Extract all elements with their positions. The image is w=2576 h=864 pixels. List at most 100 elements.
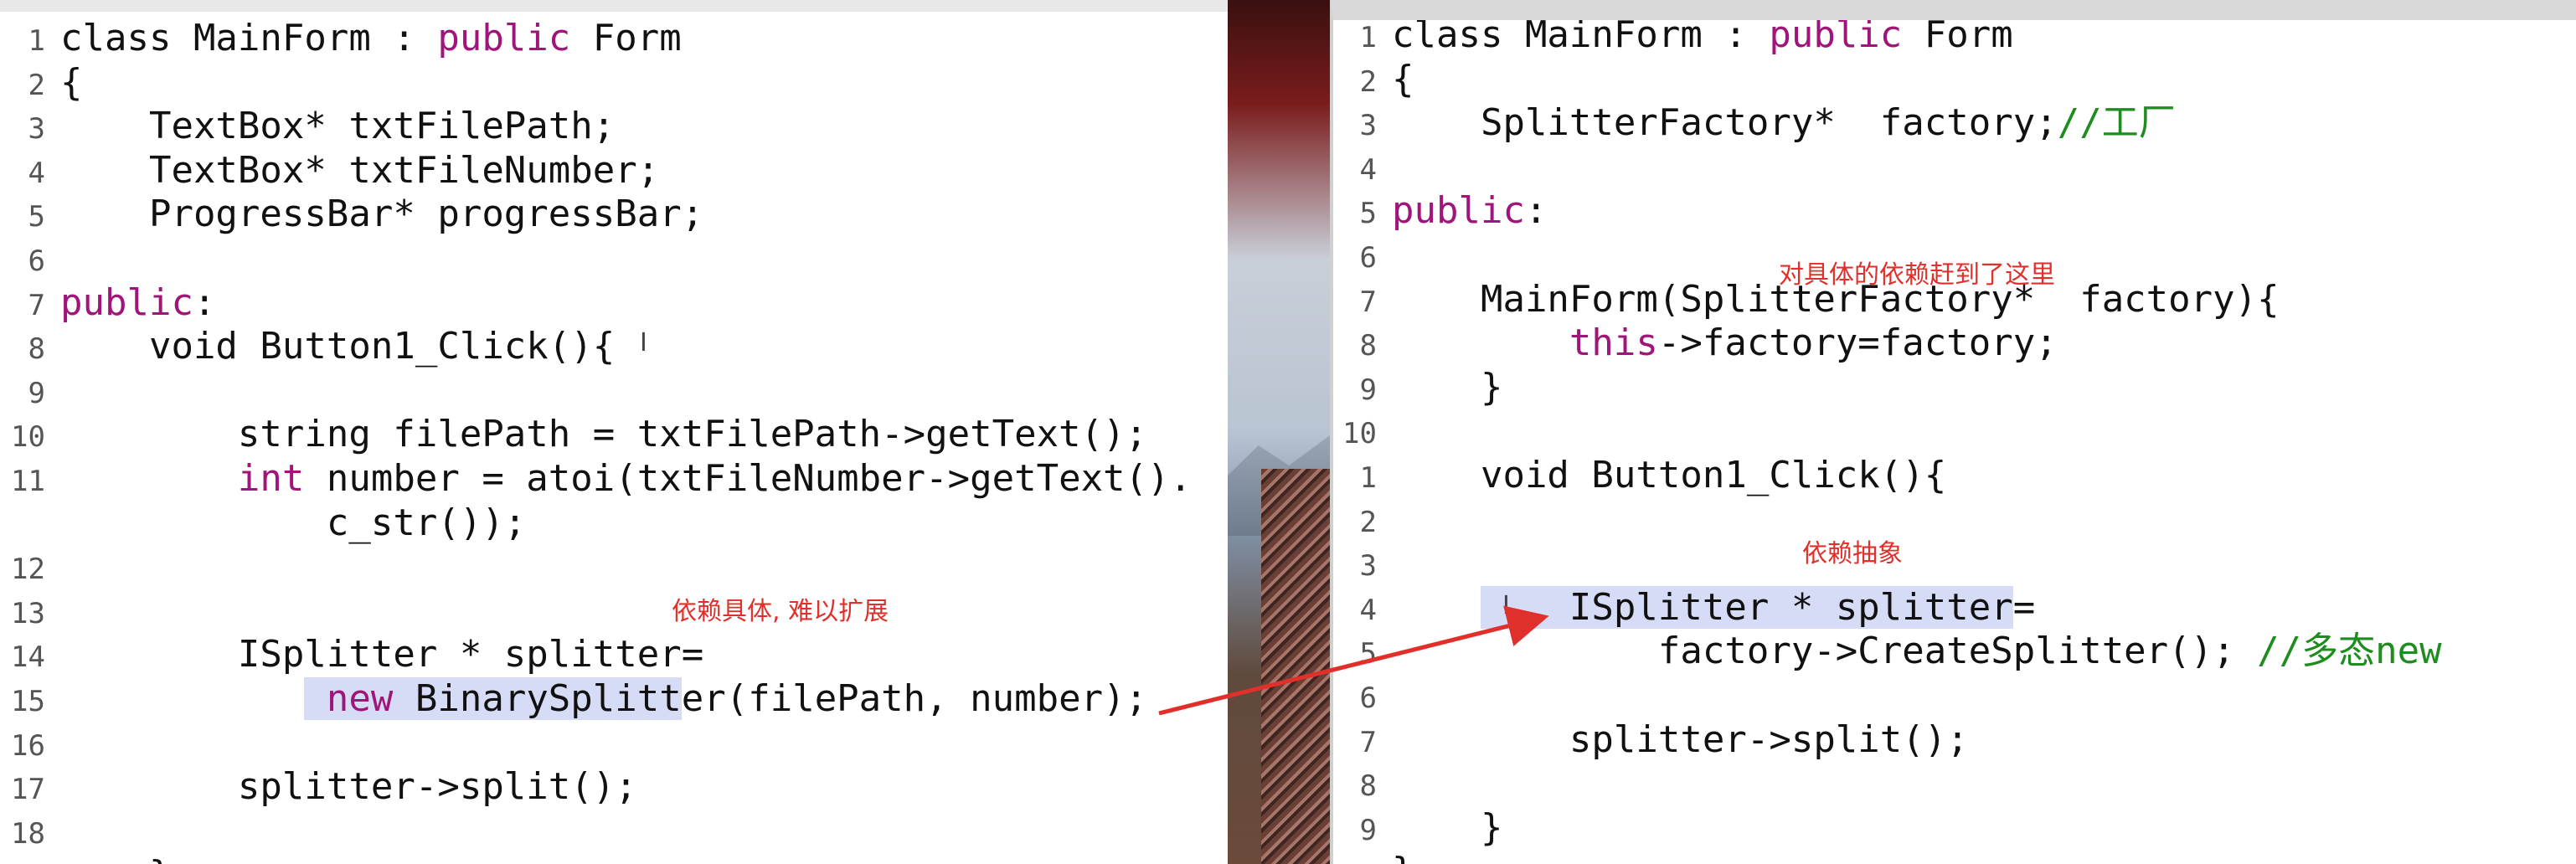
line-number: 6	[1359, 241, 1377, 275]
code-token: ->factory=factory;	[1657, 321, 2058, 365]
code-token: :	[193, 280, 216, 324]
code-line[interactable]: 3	[1333, 542, 1392, 585]
code-line[interactable]: 2{	[0, 61, 83, 105]
line-number: 4	[28, 156, 45, 190]
code-token: TextBox* txtFilePath;	[60, 105, 616, 148]
desktop-background	[1228, 0, 1330, 864]
line-number: 2	[1359, 505, 1377, 539]
code-line[interactable]: 8 this->factory=factory;	[1333, 321, 2058, 365]
line-number: 10	[1342, 417, 1377, 451]
line-number: 1	[28, 24, 45, 58]
code-line[interactable]: 8 void Button1_Click(){	[0, 325, 616, 368]
line-number: 6	[28, 244, 45, 278]
code-token: =	[2012, 585, 2036, 629]
code-line[interactable]: 16	[0, 722, 60, 765]
code-token: ProgressBar* progressBar;	[60, 193, 704, 236]
code-line[interactable]: 10 string filePath = txtFilePath->getTex…	[0, 413, 1147, 456]
code-token: Form	[570, 17, 682, 59]
code-line[interactable]: 7 public:	[0, 280, 216, 325]
code-token: er(filePath, number);	[681, 677, 1148, 720]
line-number: 2	[28, 68, 45, 102]
line-number: 4	[1359, 593, 1377, 627]
code-line[interactable]: 7 splitter->split();	[1333, 718, 1969, 762]
line-number: 4	[1359, 152, 1377, 187]
left-code-editor[interactable]: 1 class MainForm : public Form 2{3 TextBox…	[0, 0, 1228, 864]
code-line[interactable]: 6	[1333, 674, 1392, 717]
annotation-left: 依赖具体, 难以扩展	[672, 597, 889, 626]
code-line[interactable]: 13	[0, 589, 60, 633]
line-number: 1	[1359, 21, 1377, 54]
code-line[interactable]: 12	[0, 545, 60, 589]
code-line[interactable]: 9 }	[1333, 366, 1503, 409]
code-line[interactable]: 4 ISplitter * splitter=	[1333, 585, 2036, 630]
code-line[interactable]: 6	[0, 237, 60, 280]
code-line[interactable]: 9	[0, 369, 60, 413]
code-token: class MainForm :	[1392, 13, 1770, 56]
code-token: string filePath = txtFilePath->getText()…	[60, 413, 1148, 456]
line-number: 14	[11, 640, 45, 675]
code-line[interactable]: 1 void Button1_Click(){	[1333, 454, 1947, 497]
code-line[interactable]: 1 class MainForm : public Form	[0, 17, 682, 60]
line-number: 10	[11, 420, 45, 455]
code-token: {	[60, 60, 83, 104]
annotation-right-mid: 依赖抽象	[1802, 539, 1903, 568]
line-number: 15	[11, 685, 45, 718]
code-token: TextBox* txtFileNumber;	[60, 148, 660, 192]
code-line[interactable]: 1 class MainForm : public Form	[1333, 13, 2013, 57]
code-line[interactable]: c_str());	[0, 501, 526, 545]
line-number: 13	[11, 596, 45, 630]
line-number: 5	[1359, 197, 1377, 231]
line-number: 5	[1359, 637, 1377, 671]
code-line[interactable]: 11 int number = atoi(txtFileNumber->getT…	[0, 457, 1192, 501]
line-number: 3	[1359, 549, 1377, 584]
code-line[interactable]: 18	[0, 810, 60, 853]
text-cursor-icon: I	[1502, 591, 1510, 620]
code-line[interactable]: 5 public:	[1333, 189, 1548, 233]
code-line[interactable]: 17 splitter->split();	[0, 765, 637, 809]
code-token: public	[1769, 13, 1903, 56]
text-cursor-icon: I	[640, 328, 647, 357]
line-number: 16	[11, 728, 45, 763]
line-number: 9	[1359, 813, 1377, 847]
line-number: 18	[11, 816, 45, 851]
code-line[interactable]: 2	[1333, 498, 1392, 542]
code-line[interactable]: }	[0, 853, 172, 864]
code-line[interactable]: 9 }	[1333, 805, 1503, 850]
code-line[interactable]: 3 SplitterFactory* factory;//工厂	[1333, 101, 2176, 145]
code-line[interactable]: 6	[1333, 234, 1392, 277]
code-line[interactable]: 4	[1333, 146, 1392, 189]
code-token: BinarySplitt	[393, 677, 682, 720]
code-token: public	[437, 17, 571, 59]
code-line[interactable]: 14 ISplitter * splitter=	[0, 633, 703, 676]
line-number: 5	[28, 200, 45, 234]
code-token: }	[1392, 850, 1414, 864]
code-line[interactable]: }	[1333, 850, 1414, 864]
code-line[interactable]: 8	[1333, 762, 1392, 805]
code-line[interactable]: 5 ProgressBar* progressBar;	[0, 193, 704, 236]
code-line[interactable]: 3 TextBox* txtFilePath;	[0, 105, 616, 148]
line-number: 7	[1359, 725, 1377, 759]
code-token: c_str());	[60, 501, 527, 544]
line-number: 7	[28, 288, 45, 322]
code-line[interactable]: 15 new BinarySplitter(filePath, number);	[0, 677, 1147, 721]
code-line[interactable]: 4 TextBox* txtFileNumber;	[0, 148, 660, 193]
code-line[interactable]: 10	[1333, 409, 1392, 453]
code-line[interactable]: 5 factory->CreateSplitter(); //多态new	[1333, 630, 2442, 673]
code-token: public	[60, 280, 193, 324]
line-number: 9	[1359, 373, 1377, 407]
line-number: 9	[28, 376, 45, 410]
code-token: ISplitter * splitter	[1480, 585, 2013, 629]
line-number: 12	[11, 553, 45, 587]
code-token: number = atoi(txtFileNumber->getText().	[304, 457, 1193, 500]
code-token: new	[304, 677, 394, 720]
code-token: void Button1_Click(){	[60, 325, 616, 368]
line-number: 8	[1359, 329, 1377, 363]
code-line[interactable]: 2{	[1333, 58, 1414, 101]
right-code-editor[interactable]: 1 class MainForm : public Form 2{3 Splitte…	[1330, 0, 2576, 864]
code-token: }	[60, 853, 172, 864]
line-number: 2	[1359, 64, 1377, 99]
code-token: }	[1392, 805, 1503, 849]
